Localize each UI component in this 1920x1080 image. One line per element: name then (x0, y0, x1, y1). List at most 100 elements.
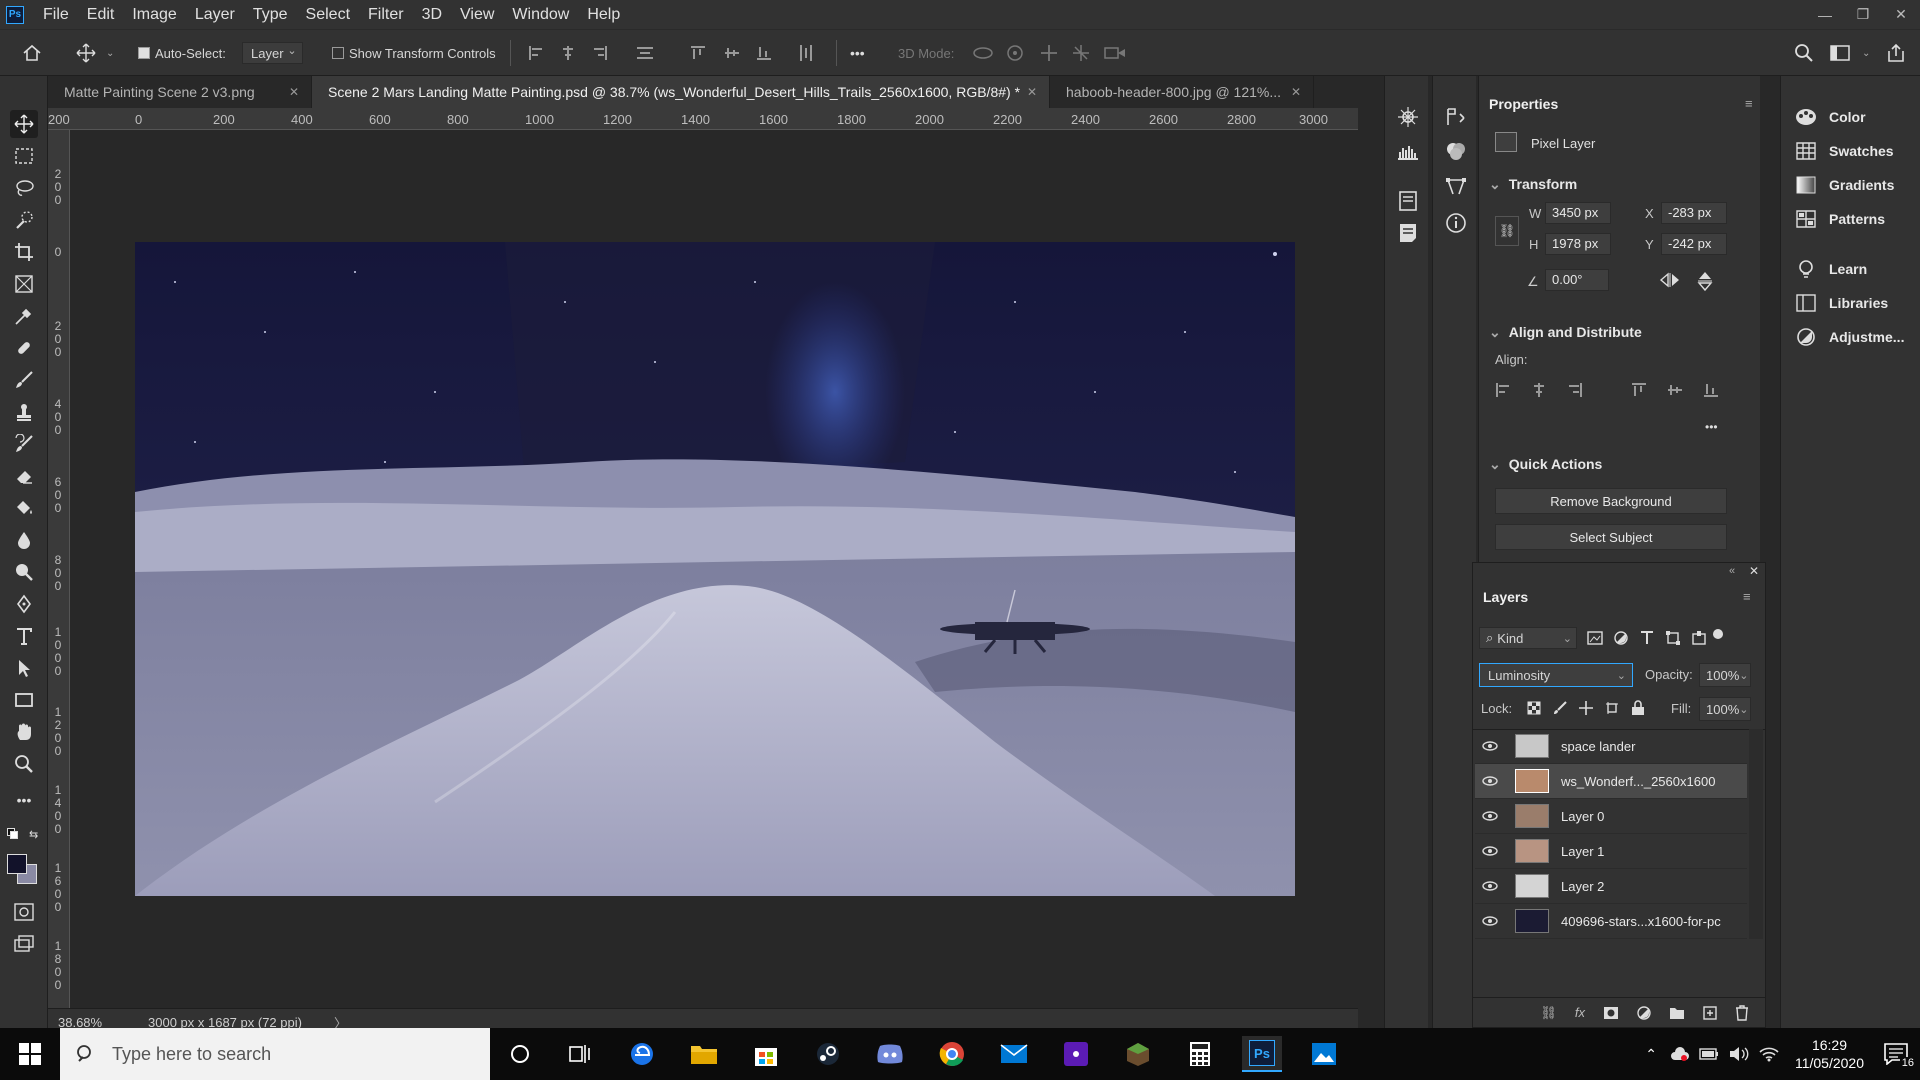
folder-icon[interactable] (1669, 1006, 1685, 1020)
histogram-icon[interactable] (1397, 140, 1419, 162)
file-explorer-icon[interactable] (684, 1036, 724, 1072)
navigator-icon[interactable] (1397, 106, 1419, 128)
filter-type-icon[interactable] (1639, 630, 1655, 646)
zoom-tool-icon[interactable] (10, 750, 38, 778)
store-icon[interactable] (746, 1036, 786, 1072)
taskbar-search[interactable]: Type here to search (60, 1028, 490, 1080)
align-section-header[interactable]: ⌄ Align and Distribute (1489, 324, 1642, 341)
history-icon[interactable] (1397, 190, 1419, 212)
distribute-vertical-icon[interactable] (798, 30, 814, 76)
width-field[interactable]: 3450 px (1545, 202, 1611, 224)
panel-menu-icon[interactable]: ≡ (1745, 96, 1753, 111)
filter-shape-icon[interactable] (1665, 630, 1681, 646)
new-layer-icon[interactable] (1703, 1005, 1717, 1020)
dodge-tool-icon[interactable] (10, 558, 38, 586)
align-middle-icon[interactable] (724, 30, 740, 76)
fill-field[interactable]: 100% ⌄ (1699, 697, 1751, 721)
close-icon[interactable]: ✕ (1027, 85, 1037, 99)
tab-scene-2-psd[interactable]: Scene 2 Mars Landing Matte Painting.psd … (312, 76, 1050, 108)
quick-selection-tool-icon[interactable] (10, 206, 38, 234)
link-proportions-icon[interactable]: ⛓ (1495, 216, 1519, 246)
home-icon[interactable] (22, 30, 42, 76)
calculator-icon[interactable] (1180, 1036, 1220, 1072)
learn-panel-item[interactable]: Learn (1795, 260, 1867, 278)
mail-icon[interactable] (994, 1036, 1034, 1072)
lasso-tool-icon[interactable] (10, 174, 38, 202)
filter-pixel-icon[interactable] (1587, 631, 1603, 645)
info-icon[interactable] (1445, 212, 1467, 234)
menu-3d[interactable]: 3D (413, 0, 451, 29)
history-brush-tool-icon[interactable] (10, 430, 38, 458)
color-swatches[interactable] (7, 854, 41, 884)
align-top-icon[interactable] (1631, 382, 1647, 398)
lock-pixels-icon[interactable] (1553, 701, 1567, 715)
layer-row-space-lander[interactable]: space lander (1475, 729, 1747, 764)
lock-transparent-icon[interactable] (1527, 701, 1541, 715)
minecraft-icon[interactable] (1118, 1036, 1158, 1072)
lock-artboard-icon[interactable] (1605, 701, 1619, 715)
filter-smart-object-icon[interactable] (1691, 630, 1707, 646)
discord-icon[interactable] (870, 1036, 910, 1072)
select-subject-button[interactable]: Select Subject (1495, 524, 1727, 550)
layers-scrollbar[interactable] (1749, 729, 1763, 939)
height-field[interactable]: 1978 px (1545, 233, 1611, 255)
notes-icon[interactable] (1397, 222, 1419, 244)
close-panel-icon[interactable]: ✕ (1749, 564, 1759, 578)
default-colors-icon[interactable]: ⇆ (7, 828, 41, 842)
photos-icon[interactable] (1304, 1036, 1344, 1072)
brush-tool-icon[interactable] (10, 366, 38, 394)
vertical-ruler[interactable]: 200 0 200 400 600 800 1000 1200 1400 160… (48, 130, 70, 1010)
fx-icon[interactable]: fx (1575, 1005, 1585, 1020)
steam-icon[interactable] (808, 1036, 848, 1072)
clone-stamp-tool-icon[interactable] (10, 398, 38, 426)
chevron-down-icon[interactable]: ⌄ (1862, 30, 1870, 76)
chrome-icon[interactable] (932, 1036, 972, 1072)
3d-camera-icon[interactable] (1104, 30, 1126, 76)
layer-row-layer-0[interactable]: Layer 0 (1475, 799, 1747, 834)
blend-mode-dropdown[interactable]: Luminosity ⌄ (1479, 663, 1633, 687)
frame-tool-icon[interactable] (10, 270, 38, 298)
color-panel-item[interactable]: Color (1795, 108, 1866, 126)
adjustment-layer-icon[interactable] (1637, 1005, 1651, 1020)
volume-icon[interactable] (1729, 1046, 1749, 1062)
cortana-icon[interactable] (500, 1036, 540, 1072)
twitch-app-icon[interactable] (1056, 1036, 1096, 1072)
flip-horizontal-icon[interactable] (1659, 272, 1681, 288)
more-options-button[interactable]: ••• (850, 30, 865, 76)
menu-view[interactable]: View (451, 0, 503, 29)
panel-menu-icon[interactable]: ≡ (1743, 589, 1751, 604)
workspace-icon[interactable] (1830, 30, 1850, 76)
layer-row-layer-1[interactable]: Layer 1 (1475, 834, 1747, 869)
menu-select[interactable]: Select (297, 0, 359, 29)
angle-field[interactable]: 0.00° (1545, 269, 1609, 291)
eye-icon[interactable] (1475, 916, 1505, 926)
document-canvas[interactable] (135, 242, 1295, 896)
lock-all-icon[interactable] (1631, 700, 1645, 716)
filter-toggle-icon[interactable] (1713, 629, 1723, 639)
windows-start-icon[interactable] (10, 1036, 50, 1072)
layer-row-ws-wonderful[interactable]: ws_Wonderf..._2560x1600 (1475, 764, 1747, 799)
menu-layer[interactable]: Layer (186, 0, 244, 29)
patterns-panel-item[interactable]: Patterns (1795, 210, 1885, 228)
eye-icon[interactable] (1475, 811, 1505, 821)
layer-row-stars[interactable]: 409696-stars...x1600-for-pc (1475, 904, 1747, 939)
quick-actions-header[interactable]: ⌄ Quick Actions (1489, 456, 1602, 473)
eye-icon[interactable] (1475, 741, 1505, 751)
close-icon[interactable]: ✕ (1291, 85, 1301, 99)
swatches-panel-item[interactable]: Swatches (1795, 142, 1894, 160)
align-left-icon[interactable] (1495, 382, 1511, 398)
remove-background-button[interactable]: Remove Background (1495, 488, 1727, 514)
eye-icon[interactable] (1475, 846, 1505, 856)
menu-help[interactable]: Help (578, 0, 629, 29)
foreground-color-swatch[interactable] (7, 854, 27, 874)
menu-window[interactable]: Window (503, 0, 578, 29)
3d-roll-icon[interactable] (1006, 30, 1024, 76)
task-view-icon[interactable] (560, 1036, 600, 1072)
menu-image[interactable]: Image (123, 0, 185, 29)
3d-orbit-icon[interactable] (972, 30, 994, 76)
add-mask-icon[interactable] (1603, 1006, 1619, 1020)
pen-tool-icon[interactable] (10, 590, 38, 618)
blur-tool-icon[interactable] (10, 526, 38, 554)
align-right-icon[interactable] (592, 30, 608, 76)
x-field[interactable]: -283 px (1661, 202, 1727, 224)
